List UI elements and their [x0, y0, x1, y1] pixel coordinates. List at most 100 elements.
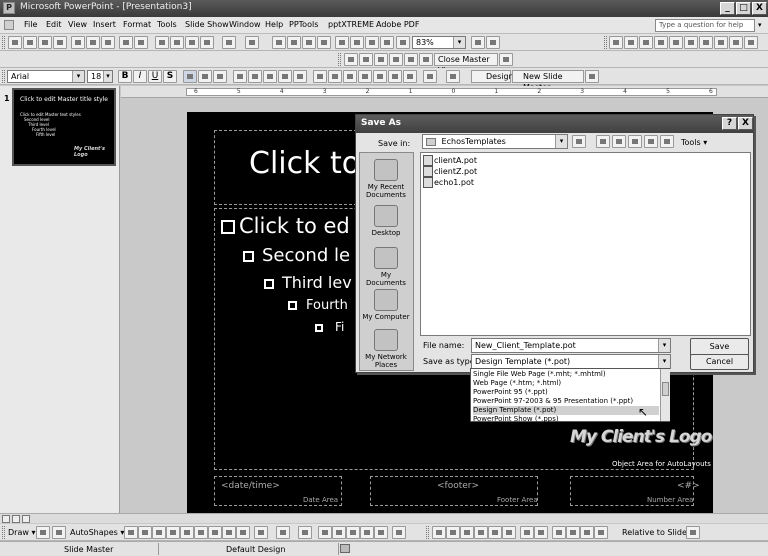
undo-icon[interactable] — [222, 36, 236, 49]
text-abc-alt-icon[interactable] — [699, 36, 713, 49]
insert-chart-icon[interactable] — [272, 36, 286, 49]
zoom-out-icon[interactable] — [624, 36, 638, 49]
flip-vertical-icon[interactable] — [594, 526, 608, 539]
rectangle-icon[interactable] — [152, 526, 166, 539]
bold-button[interactable]: B — [118, 70, 132, 83]
insert-picture-icon[interactable] — [236, 526, 250, 539]
help-box-arrow-icon[interactable]: ▾ — [758, 21, 762, 29]
save-as-type-combobox[interactable]: Design Template (*.pot) ▾ — [471, 354, 671, 369]
show-grid-icon[interactable] — [365, 36, 379, 49]
line-color-icon[interactable] — [276, 526, 290, 539]
demote-icon[interactable] — [343, 70, 357, 83]
chevron-down-icon[interactable]: ▾ — [453, 37, 465, 48]
type-option[interactable]: PowerPoint 95 (*.ppt) — [473, 388, 659, 397]
place-my-network-places[interactable]: My Network Places — [360, 329, 412, 369]
draw-menu-button[interactable]: Draw ▾ — [8, 528, 35, 537]
help-question-box[interactable]: Type a question for help — [655, 19, 755, 32]
toolbar-grip[interactable] — [604, 36, 607, 49]
arrow-icon[interactable] — [138, 526, 152, 539]
subscript-icon[interactable] — [293, 70, 307, 83]
type-option-selected[interactable]: Design Template (*.pot) — [473, 406, 659, 415]
outdent-icon[interactable] — [403, 70, 417, 83]
font-color-picker-icon[interactable] — [446, 70, 460, 83]
zoom-icon[interactable] — [396, 36, 410, 49]
tools-menu-button[interactable]: Tools ▾ — [681, 138, 707, 147]
toolbar-grip[interactable] — [338, 53, 341, 66]
toolbar-options-icon[interactable] — [486, 36, 500, 49]
decrease-indent-icon[interactable] — [263, 70, 277, 83]
menu-pptxtreme[interactable]: pptXTREME — [328, 20, 374, 29]
tables-borders-icon[interactable] — [302, 36, 316, 49]
save-in-combobox[interactable]: EchosTemplates ▾ — [422, 134, 568, 149]
redo-icon[interactable] — [245, 36, 259, 49]
chevron-down-icon[interactable]: ▾ — [72, 71, 84, 82]
toolbar-grip[interactable] — [2, 36, 5, 49]
dialog-close-button[interactable]: X — [738, 117, 753, 130]
font-size-combobox[interactable]: 18 ▾ — [87, 70, 113, 83]
help-icon[interactable] — [471, 36, 485, 49]
distribute-horizontally-icon[interactable] — [520, 526, 534, 539]
align-top-objects-icon[interactable] — [474, 526, 488, 539]
type-option[interactable]: PowerPoint 97-2003 & 95 Presentation (*.… — [473, 397, 659, 406]
font-color-icon[interactable] — [298, 526, 312, 539]
dialog-help-button[interactable]: ? — [722, 117, 737, 130]
align-center-objects-icon[interactable] — [446, 526, 460, 539]
menu-insert[interactable]: Insert — [93, 20, 116, 29]
place-my-documents[interactable]: My Documents — [360, 247, 412, 287]
file-name-input[interactable]: New_Client_Template.pot ▾ — [471, 338, 671, 353]
numbering-icon[interactable] — [233, 70, 247, 83]
type-option[interactable]: Web Page (*.htm; *.html) — [473, 379, 659, 388]
maximize-button[interactable]: □ — [736, 2, 751, 15]
file-item[interactable]: clientA.pot — [423, 155, 477, 166]
shadow-style-icon[interactable] — [360, 526, 374, 539]
menu-adobe-pdf[interactable]: Adobe PDF — [376, 20, 419, 29]
research-icon[interactable] — [134, 36, 148, 49]
help-icon[interactable] — [744, 36, 758, 49]
toolbar-options-icon[interactable] — [686, 526, 700, 539]
back-icon[interactable] — [572, 135, 586, 148]
promote-icon[interactable] — [358, 70, 372, 83]
minimize-button[interactable]: _ — [720, 2, 735, 15]
close-window-button[interactable]: X — [752, 2, 767, 15]
font-name-combobox[interactable]: Arial ▾ — [7, 70, 85, 83]
underline-button[interactable]: U — [148, 70, 162, 83]
slide-master-thumbnail[interactable]: Click to edit Master title style Click t… — [12, 88, 116, 166]
toolbar-options-icon[interactable] — [499, 53, 513, 66]
insert-table-icon[interactable] — [287, 36, 301, 49]
oval-icon[interactable] — [166, 526, 180, 539]
show-formatting-icon[interactable] — [350, 36, 364, 49]
zoom-combobox[interactable]: 83% ▾ — [412, 36, 466, 49]
place-my-computer[interactable]: My Computer — [360, 289, 412, 321]
menu-format[interactable]: Format — [123, 20, 151, 29]
align-right-icon[interactable] — [213, 70, 227, 83]
views-icon[interactable] — [660, 135, 674, 148]
font-size-icon[interactable] — [714, 36, 728, 49]
select-objects-icon[interactable] — [36, 526, 50, 539]
autoshapes-menu-button[interactable]: AutoShapes ▾ — [70, 528, 124, 537]
type-option[interactable]: Single File Web Page (*.mht; *.mhtml) — [473, 370, 659, 379]
insert-title-master-icon[interactable] — [359, 53, 373, 66]
scrollbar-thumb[interactable] — [662, 382, 669, 396]
slide-sorter-view-icon[interactable] — [12, 515, 20, 523]
wordart-icon[interactable] — [194, 526, 208, 539]
toolbar-grip[interactable] — [2, 70, 5, 83]
align-left-icon[interactable] — [183, 70, 197, 83]
bullets-icon[interactable] — [248, 70, 262, 83]
line-icon[interactable] — [124, 526, 138, 539]
place-desktop[interactable]: Desktop — [360, 205, 412, 237]
copy-icon[interactable] — [170, 36, 184, 49]
insert-hyperlink-icon[interactable] — [317, 36, 331, 49]
new-folder-icon[interactable] — [644, 135, 658, 148]
align-bottom-objects-icon[interactable] — [502, 526, 516, 539]
slide-show-view-icon[interactable] — [22, 515, 30, 523]
flip-horizontal-icon[interactable] — [580, 526, 594, 539]
font-color-icon[interactable] — [423, 70, 437, 83]
email-icon[interactable] — [71, 36, 85, 49]
menu-edit[interactable]: Edit — [46, 20, 62, 29]
hammer-icon[interactable] — [669, 36, 683, 49]
text-abc-icon[interactable] — [684, 36, 698, 49]
align-right-objects-icon[interactable] — [460, 526, 474, 539]
rotate-icon[interactable] — [52, 526, 66, 539]
menu-view[interactable]: View — [68, 20, 87, 29]
align-left-objects-icon[interactable] — [432, 526, 446, 539]
